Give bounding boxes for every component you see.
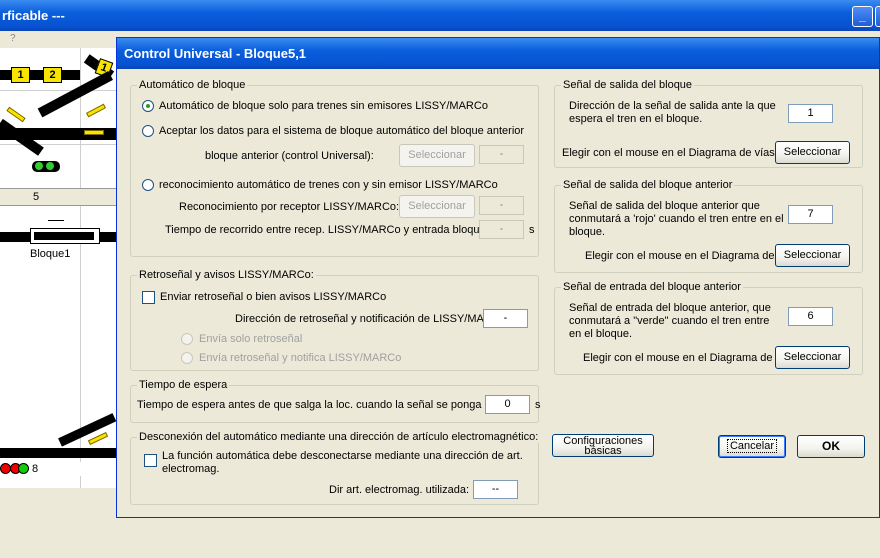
salida-anterior-field[interactable]: 7 [788, 205, 833, 224]
cancel-label: Cancelar [726, 439, 778, 453]
espera-label: Tiempo de espera antes de que salga la l… [137, 399, 482, 411]
entrada-anterior-select-button[interactable]: Seleccionar [775, 346, 850, 369]
tiempo-recorrido-label: Tiempo de recorrido entre recep. LISSY/M… [165, 224, 489, 236]
desconexion-group: Desconexión del automático mediante una … [130, 431, 541, 505]
minimize-button[interactable]: _ [852, 6, 873, 27]
salida-desc-line1: Dirección de la señal de salida ante la … [569, 100, 776, 112]
dialog-titlebar[interactable]: Control Universal - Bloque5,1 [117, 38, 879, 69]
help-menu[interactable]: ? [10, 33, 16, 44]
radio-option-aceptar-datos[interactable] [142, 125, 154, 137]
block-label: Bloque1 [30, 248, 71, 260]
automatico-legend: Automático de bloque [137, 79, 248, 91]
receptor-select-button[interactable]: Seleccionar [399, 195, 475, 218]
bottom-number: 8 [32, 463, 39, 475]
espera-group: Tiempo de espera Tiempo de espera antes … [130, 379, 541, 423]
control-universal-dialog: Control Universal - Bloque5,1 Automático… [116, 37, 880, 518]
espera-field[interactable]: 0 [485, 395, 530, 414]
ok-button[interactable]: OK [797, 435, 865, 458]
track-ruler: 5 [0, 188, 118, 206]
salida-desc-line2: espera el tren en el bloque. [569, 113, 703, 125]
entrada-anterior-desc-line3: en el bloque. [569, 328, 632, 340]
entrada-anterior-mouse-label: Elegir con el mouse en el Diagrama de [583, 352, 773, 364]
salida-anterior-group: Señal de salida del bloque anterior Seña… [554, 179, 863, 273]
entrada-anterior-group: Señal de entrada del bloque anterior Señ… [554, 281, 863, 375]
track-diagram[interactable]: 1 2 1 Bloque1 [0, 48, 118, 488]
ruler-number: 5 [33, 191, 40, 203]
entrada-anterior-desc-line1: Señal de entrada del bloque anterior, qu… [569, 302, 771, 314]
radio-option-reconocimiento[interactable] [142, 179, 154, 191]
salida-anterior-select-button[interactable]: Seleccionar [775, 244, 850, 267]
salida-anterior-desc-line2: conmutará a 'rojo' cuando el tren entre … [569, 213, 784, 225]
dialog-title: Control Universal - Bloque5,1 [124, 46, 307, 61]
radio-envia-notifica-label: Envía retroseñal y notifica LISSY/MARCo [199, 352, 402, 364]
salida-anterior-mouse-label: Elegir con el mouse en el Diagrama de [585, 250, 775, 262]
direccion-retrosenal-field[interactable]: - [483, 309, 528, 328]
tiempo-recorrido-field[interactable]: - [479, 220, 524, 239]
salida-mouse-label: Elegir con el mouse en el Diagrama de ví… [562, 147, 778, 159]
receptor-label: Reconocimiento por receptor LISSY/MARCo: [179, 201, 400, 213]
bloque-anterior-field[interactable]: - [479, 145, 524, 164]
block-number-2: 2 [43, 67, 62, 83]
entrada-anterior-field[interactable]: 6 [788, 307, 833, 326]
salida-select-button[interactable]: Seleccionar [775, 141, 850, 164]
entrada-anterior-legend: Señal de entrada del bloque anterior [561, 281, 743, 293]
salida-group: Señal de salida del bloque Dirección de … [554, 79, 863, 168]
salida-anterior-legend: Señal de salida del bloque anterior [561, 179, 735, 191]
block-number-1: 1 [11, 67, 30, 83]
enviar-retrosenal-checkbox[interactable] [142, 291, 155, 304]
maximize-button[interactable] [875, 6, 880, 27]
configuraciones-basicas-button[interactable]: Configuraciones básicas [552, 434, 654, 457]
radio-envia-notifica[interactable] [181, 352, 193, 364]
desconexion-label-line1: La función automática debe desconectarse… [162, 450, 523, 462]
dialog-body: Automático de bloque Automático de bloqu… [120, 69, 878, 515]
radio-envia-solo-label: Envía solo retroseñal [199, 333, 303, 345]
radio-option-solo-sin-emisores[interactable] [142, 100, 154, 112]
radio-option-3-label: reconocimiento automático de trenes con … [159, 179, 498, 191]
signal-green-icon [18, 463, 29, 474]
espera-unit: s [535, 399, 541, 411]
receptor-field[interactable]: - [479, 196, 524, 215]
background-title: rficable --- [2, 8, 65, 23]
salida-legend: Señal de salida del bloque [561, 79, 695, 91]
salida-anterior-desc-line1: Señal de salida del bloque anterior que [569, 200, 760, 212]
retrosenal-group: Retroseñal y avisos LISSY/MARCo: Enviar … [130, 269, 539, 371]
desconexion-checkbox[interactable] [144, 454, 157, 467]
background-statusbar: 8 [0, 462, 118, 476]
automatico-group: Automático de bloque Automático de bloqu… [130, 79, 539, 257]
background-titlebar: rficable --- _ [0, 0, 880, 31]
enviar-retrosenal-label: Enviar retroseñal o bien avisos LISSY/MA… [160, 291, 387, 303]
bloque-anterior-label: bloque anterior (control Universal): [205, 150, 374, 162]
cancel-button[interactable]: Cancelar [718, 435, 786, 458]
radio-option-1-label: Automático de bloque solo para trenes si… [159, 100, 488, 112]
radio-option-2-label: Aceptar los datos para el sistema de blo… [159, 125, 525, 137]
dir-art-label: Dir art. electromag. utilizada: [329, 484, 469, 496]
desconexion-label-line2: electromag. [162, 463, 220, 475]
config-line2: básicas [584, 445, 622, 457]
bloque-anterior-select-button[interactable]: Seleccionar [399, 144, 475, 167]
tiempo-recorrido-unit: s [529, 224, 535, 236]
retrosenal-legend: Retroseñal y avisos LISSY/MARCo: [137, 269, 316, 281]
radio-envia-solo-retrosenal[interactable] [181, 333, 193, 345]
direccion-retrosenal-label: Dirección de retroseñal y notificación d… [235, 313, 509, 325]
direction-arrow-icon [48, 220, 64, 221]
espera-legend: Tiempo de espera [137, 379, 230, 391]
entrada-anterior-desc-line2: conmutará a "verde" cuando el tren entre [569, 315, 770, 327]
desconexion-legend: Desconexión del automático mediante una … [137, 431, 541, 443]
salida-anterior-desc-line3: bloque. [569, 226, 606, 238]
dir-art-field[interactable]: -- [473, 480, 518, 499]
salida-field[interactable]: 1 [788, 104, 833, 123]
